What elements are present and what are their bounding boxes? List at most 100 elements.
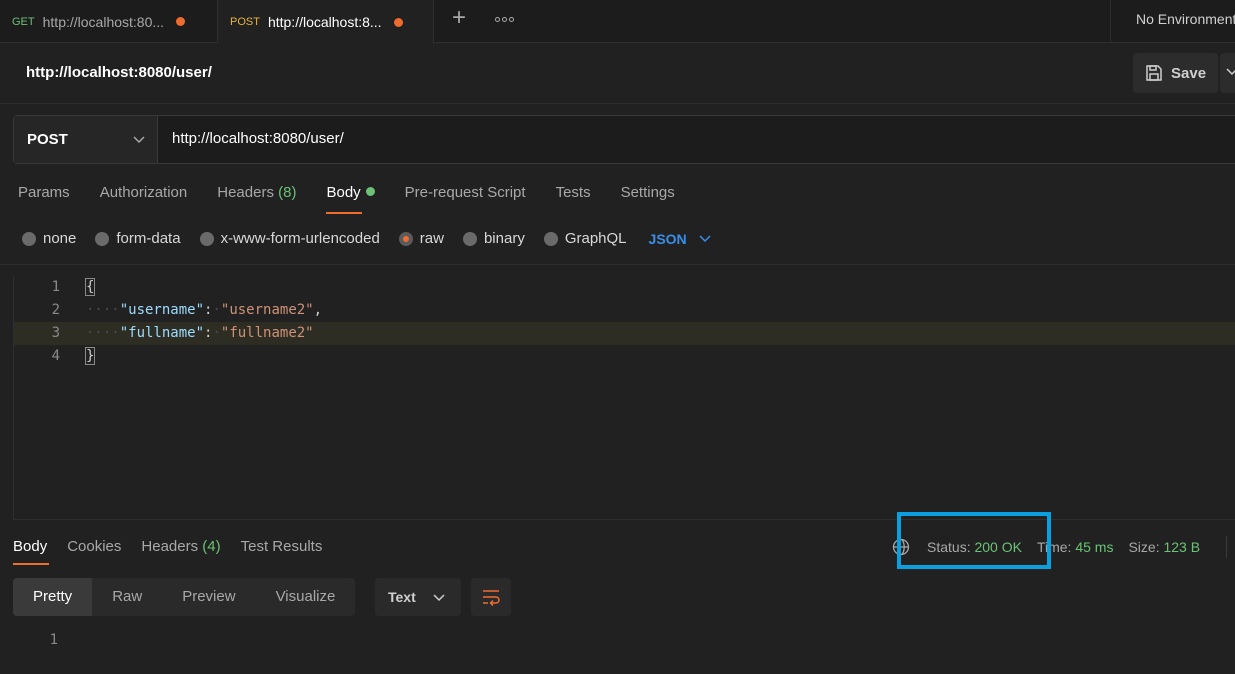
tab-title: http://localhost:80...	[42, 13, 165, 30]
response-tab-body[interactable]: Body	[13, 538, 50, 565]
json-value: "fullname2"	[220, 325, 314, 341]
response-view-group: Pretty Raw Preview Visualize	[13, 578, 356, 616]
json-key: "username"	[119, 302, 205, 318]
body-format-select[interactable]: JSON	[649, 231, 711, 247]
divider	[0, 264, 1235, 265]
code-editor[interactable]: 1 { 2 ····"username":·"username2", 3 ···…	[13, 276, 1235, 520]
radio-icon	[543, 231, 558, 246]
radio-label: form-data	[116, 230, 181, 247]
code-line: 2 ····"username":·"username2",	[14, 299, 1235, 322]
view-raw-button[interactable]: Raw	[92, 578, 162, 616]
code-text: ····"username":·"username2",	[86, 302, 323, 318]
radio-form-data[interactable]: form-data	[95, 230, 181, 247]
radio-icon	[22, 231, 36, 246]
code-text: ····"fullname":·"fullname2"	[86, 325, 314, 341]
radio-selected-icon	[398, 231, 413, 246]
response-tabs: Body Cookies Headers (4) Test Results	[13, 538, 342, 565]
request-tabs: Params Authorization Headers (8) Body Pr…	[18, 184, 705, 214]
tab-title: http://localhost:8...	[267, 14, 382, 30]
radio-graphql[interactable]: GraphQL	[543, 230, 627, 247]
unsaved-dot-icon	[176, 17, 186, 26]
save-button[interactable]: Save	[1133, 53, 1218, 93]
response-tab-headers[interactable]: Headers (4)	[141, 538, 220, 565]
divider	[0, 103, 1235, 104]
radio-binary[interactable]: binary	[462, 230, 525, 247]
tab-tests[interactable]: Tests	[556, 184, 591, 214]
code-text: {	[84, 276, 96, 299]
tab-headers[interactable]: Headers (8)	[217, 184, 296, 214]
radio-label: binary	[483, 230, 525, 247]
headers-count: (8)	[278, 184, 297, 201]
environment-select[interactable]: No Environment	[1110, 0, 1235, 43]
radio-label: none	[43, 230, 77, 247]
code-text: }	[84, 345, 96, 368]
size-label: Size:	[1128, 539, 1160, 555]
line-number: 2	[51, 302, 60, 318]
body-set-dot-icon	[365, 187, 375, 196]
new-tab-plus-icon[interactable]: +	[448, 6, 470, 32]
radio-urlencoded[interactable]: x-www-form-urlencoded	[199, 230, 380, 247]
method-select[interactable]: POST	[14, 116, 158, 163]
open-brace: {	[84, 278, 96, 296]
save-options-button[interactable]	[1220, 53, 1235, 93]
tab-headers-label: Headers	[217, 184, 274, 201]
json-value: "username2"	[220, 302, 314, 318]
tab-settings[interactable]: Settings	[621, 184, 675, 214]
time-value: 45 ms	[1075, 539, 1114, 555]
view-pretty-button[interactable]: Pretty	[13, 578, 93, 616]
request-title: http://localhost:8080/user/	[26, 64, 212, 81]
response-tab-test-results[interactable]: Test Results	[241, 538, 323, 565]
request-tab-get[interactable]: GET http://localhost:80...	[0, 0, 218, 43]
divider	[1226, 536, 1227, 558]
size-value: 123 B	[1163, 539, 1201, 555]
chevron-down-icon	[133, 136, 145, 144]
chevron-down-icon	[433, 594, 445, 602]
line-number: 3	[51, 325, 60, 341]
line-number: 4	[51, 348, 60, 364]
request-tab-post[interactable]: POST http://localhost:8...	[218, 0, 434, 44]
body-type-selector: none form-data x-www-form-urlencoded raw…	[22, 230, 711, 247]
tab-method: GET	[12, 15, 35, 28]
response-tab-cookies[interactable]: Cookies	[67, 538, 121, 565]
wrap-lines-button[interactable]	[471, 578, 511, 616]
status-highlight-box	[897, 512, 1051, 569]
tab-body[interactable]: Body	[326, 184, 375, 214]
tab-body-label: Body	[326, 184, 361, 201]
view-preview-button[interactable]: Preview	[162, 578, 255, 616]
radio-label: x-www-form-urlencoded	[220, 230, 380, 247]
method-label: POST	[27, 131, 68, 148]
radio-label: raw	[419, 230, 444, 247]
json-key: "fullname"	[119, 325, 205, 341]
line-number: 1	[51, 279, 60, 295]
tab-pre-request-script[interactable]: Pre-request Script	[405, 184, 526, 214]
response-tab-headers-label: Headers	[141, 538, 199, 555]
response-format-label: Text	[388, 589, 416, 605]
view-visualize-button[interactable]: Visualize	[256, 578, 356, 616]
more-options-icon[interactable]	[492, 9, 516, 29]
radio-icon	[95, 231, 110, 246]
tab-bar: GET http://localhost:80... POST http://l…	[0, 0, 1235, 44]
radio-icon	[462, 231, 477, 246]
indent-guide: ····	[86, 302, 120, 318]
radio-label: GraphQL	[564, 230, 627, 247]
chevron-down-icon	[699, 234, 711, 242]
tab-params[interactable]: Params	[18, 184, 70, 214]
radio-icon	[199, 231, 214, 246]
save-icon	[1146, 65, 1162, 81]
wrap-lines-icon	[483, 590, 500, 606]
tab-authorization[interactable]: Authorization	[100, 184, 188, 214]
code-line: 4 }	[14, 345, 1235, 368]
radio-raw[interactable]: raw	[398, 230, 444, 247]
code-line: 1 {	[14, 276, 1235, 299]
url-input[interactable]	[172, 130, 772, 147]
unsaved-dot-icon	[393, 17, 403, 27]
url-bar: POST	[13, 115, 1235, 164]
radio-none[interactable]: none	[22, 230, 76, 247]
indent-guide: ····	[86, 325, 120, 341]
size-readout[interactable]: Size: 123 B	[1128, 539, 1200, 555]
response-line-number: 1	[49, 632, 58, 648]
close-brace: }	[84, 347, 96, 365]
chevron-down-icon	[1226, 68, 1235, 76]
response-format-select[interactable]: Text	[375, 578, 461, 616]
tab-method: POST	[230, 16, 260, 28]
